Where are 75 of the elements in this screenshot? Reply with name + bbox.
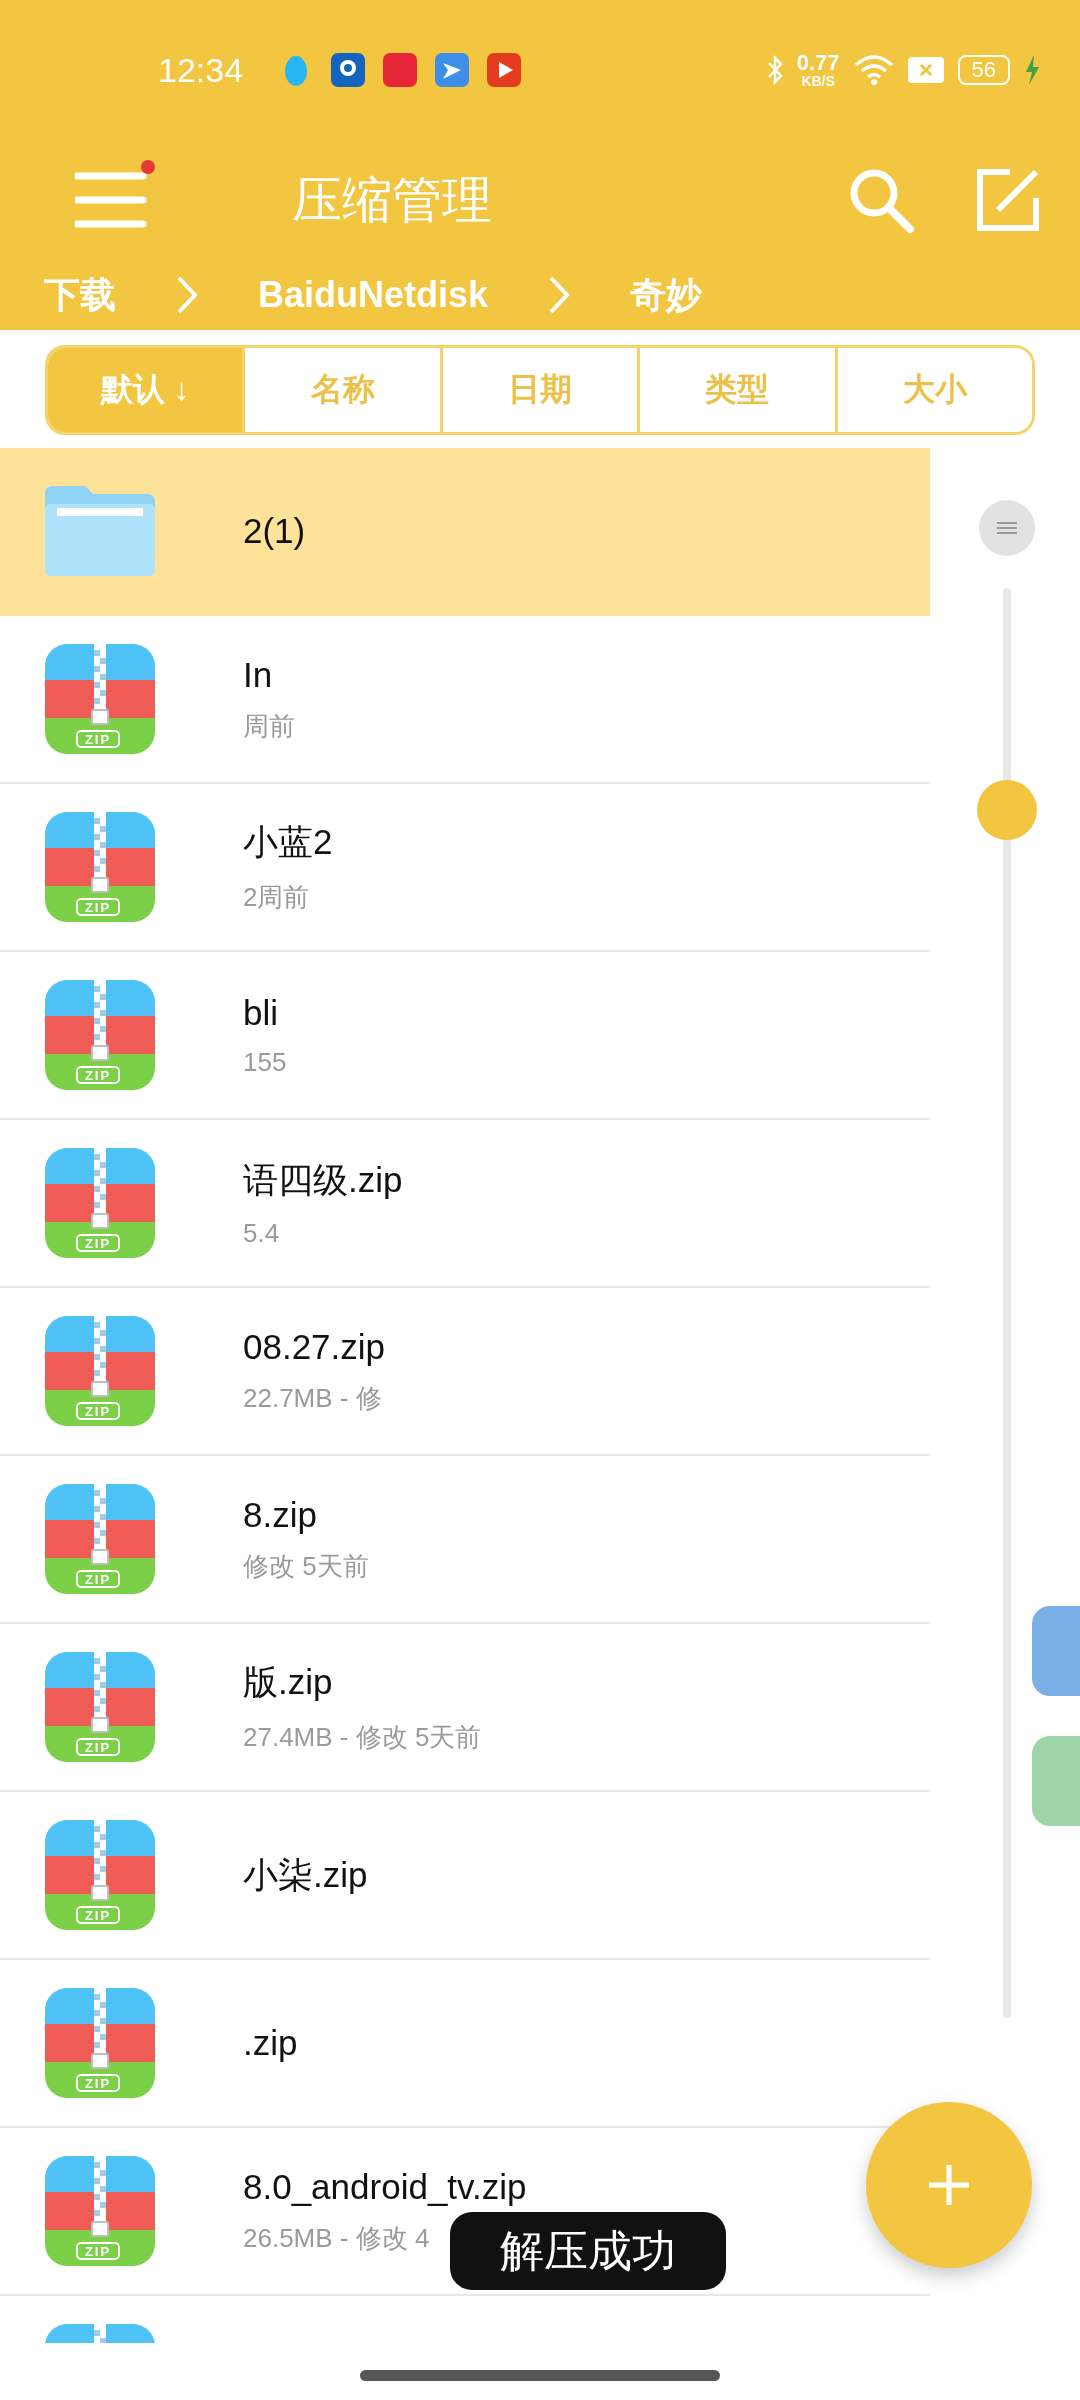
chevron-icon (548, 275, 571, 315)
lines-icon (997, 522, 1017, 534)
app-icon (331, 53, 366, 87)
file-name: 版.zip (243, 1661, 333, 1703)
file-name: 小蓝2 (243, 821, 333, 863)
file-name: 小柒.zip (243, 1853, 368, 1896)
file-row[interactable]: ZIP 小蓝2 2周前 (0, 784, 930, 952)
file-details: 2周前 (243, 881, 310, 914)
file-row[interactable]: ZIP In 周前 (0, 616, 930, 784)
icon-label: ZIP (76, 2242, 120, 2260)
search-icon[interactable] (848, 167, 914, 233)
icon-label: ZIP (76, 1570, 120, 1588)
zip-archive-icon (45, 980, 155, 1090)
plus-icon (927, 2163, 971, 2207)
wifi-icon (853, 55, 894, 85)
icon-label: ZIP (76, 1234, 120, 1252)
sim-card-icon (907, 57, 944, 83)
file-row[interactable]: ZIP bli 155 (0, 952, 930, 1120)
network-unit: KB/S (801, 74, 835, 88)
icon-label: ZIP (76, 1906, 120, 1924)
file-details: 155 (243, 1046, 287, 1078)
network-speed: 0.77 (796, 52, 840, 74)
zip-archive-icon (45, 812, 155, 922)
zip-archive-icon (45, 1148, 155, 1258)
zip-archive-icon (45, 1316, 155, 1426)
app-title: 压缩管理 (292, 170, 493, 230)
file-details: 27.4MB - 修改 5天前 (243, 1721, 482, 1754)
zip-archive-icon (45, 2156, 155, 2266)
file-row[interactable]: ZIP 8.zip 修改 5天前 (0, 1456, 930, 1624)
selected-file-row[interactable]: 2(1) (0, 448, 930, 616)
scroll-menu-button[interactable] (979, 500, 1035, 556)
file-details: 修改 5天前 (243, 1549, 369, 1583)
file-row[interactable]: ZIP 版.zip 27.4MB - 修改 5天前 (0, 1624, 930, 1792)
file-name: 08.27.zip (243, 1326, 386, 1367)
file-name: 2(1) (243, 511, 306, 551)
zip-archive-icon (45, 1484, 155, 1594)
file-row[interactable]: ZIP .zip (0, 1960, 930, 2128)
menu-button[interactable] (75, 170, 147, 230)
zip-archive-icon (45, 1988, 155, 2098)
home-indicator[interactable] (360, 2370, 720, 2381)
folder-icon (45, 486, 155, 576)
icon-label: ZIP (76, 730, 120, 748)
file-name: 语四级.zip (243, 1159, 403, 1201)
icon-label: ZIP (76, 1402, 120, 1420)
bird-icon (435, 53, 470, 87)
file-name: bli (243, 992, 279, 1033)
zip-archive-icon (45, 1652, 155, 1762)
chevron-icon (176, 275, 198, 315)
file-row[interactable]: ZIP 08.27.zip 22.7MB - 修 (0, 1288, 930, 1456)
app-icon (383, 53, 418, 87)
file-row[interactable]: ZIP 小柒.zip (0, 1792, 930, 1960)
floating-shortcut[interactable] (1032, 1736, 1080, 1826)
icon-label: ZIP (76, 1066, 120, 1084)
icon-label: ZIP (76, 898, 120, 916)
file-name: .zip (243, 2023, 298, 2063)
status-time: 12:34 (158, 50, 244, 90)
file-name: 8.zip (243, 1494, 317, 1535)
scroll-thumb[interactable] (977, 780, 1037, 840)
battery-level: 56 (957, 55, 1010, 85)
file-details: 5.4 (243, 1218, 280, 1249)
bluetooth-icon (766, 55, 783, 85)
zip-archive-icon (45, 1820, 155, 1930)
file-row[interactable]: ZIP 语四级.zip 5.4 (0, 1120, 930, 1288)
zip-archive-icon (45, 644, 155, 754)
floating-shortcut[interactable] (1032, 1606, 1080, 1696)
file-name: In (243, 654, 273, 695)
success-toast: 解压成功 (450, 2212, 726, 2290)
play-icon (487, 53, 522, 87)
file-details: 周前 (243, 709, 295, 743)
icon-label: ZIP (76, 1738, 120, 1756)
file-details: 26.5MB - 修改 4 (243, 2221, 430, 2255)
file-name: 8.0_android_tv.zip (243, 2166, 527, 2207)
file-details: 22.7MB - 修 (243, 1381, 382, 1415)
edit-icon[interactable] (976, 168, 1040, 232)
icon-label: ZIP (76, 2074, 120, 2092)
